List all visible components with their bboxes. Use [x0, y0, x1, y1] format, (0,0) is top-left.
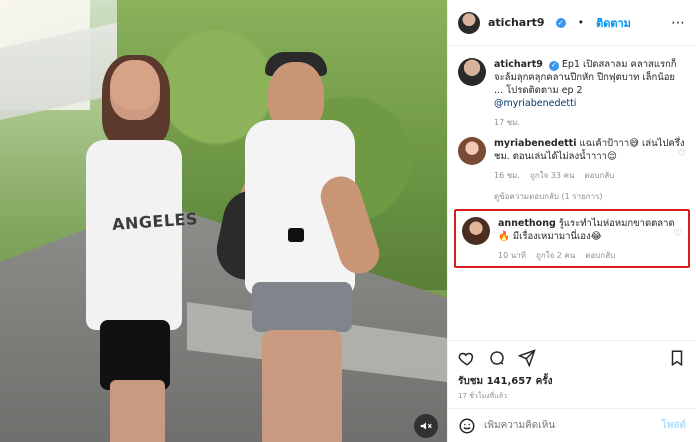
woman-tank-top: [86, 140, 182, 330]
woman-legs: [110, 380, 165, 442]
wrist-watch: [288, 228, 304, 242]
comment-likes[interactable]: ถูกใจ 2 คน: [536, 249, 575, 262]
comment-meta: 10 นาที ถูกใจ 2 คน ตอบกลับ: [498, 249, 682, 262]
speaker-muted-icon[interactable]: [414, 414, 438, 438]
caption-meta: 17 ชม.: [494, 116, 686, 129]
more-horizontal-icon[interactable]: ⋯: [671, 15, 686, 31]
caption-time: 17 ชม.: [494, 118, 520, 127]
commenter-avatar[interactable]: [458, 137, 486, 165]
author-avatar[interactable]: [458, 58, 486, 86]
post-header: atichart9 ✓ • ติดตาม ⋯: [448, 0, 696, 46]
views-count[interactable]: รับชม 141,657 ครั้ง: [448, 374, 696, 389]
paper-plane-icon-svg: [518, 348, 536, 367]
action-bar: [448, 340, 696, 374]
commenter-avatar[interactable]: [462, 217, 490, 245]
caption-mention-link[interactable]: @myriabenedetti: [494, 97, 686, 110]
author-avatar[interactable]: [458, 11, 480, 34]
comment-time: 10 นาที: [498, 251, 526, 260]
comment-time: 16 ชม.: [494, 171, 520, 180]
paper-plane-icon[interactable]: [518, 348, 536, 367]
heart-icon-svg: [458, 352, 474, 366]
bookmark-icon-svg: [671, 350, 683, 366]
instagram-post-view: ANGELES atichart9 ✓ • ติดตาม ⋯ atichart9…: [0, 0, 696, 442]
comment-icon[interactable]: [488, 349, 506, 367]
heart-icon[interactable]: [458, 349, 476, 367]
comment-meta: 16 ชม. ถูกใจ 33 คน ตอบกลับ: [494, 169, 686, 182]
separator-dot: •: [577, 16, 585, 29]
smile-icon-svg: [459, 418, 475, 433]
comments-area: atichart9 ✓ Ep1 เปิดสลาลม คลาสแรกก็จะล้ม…: [448, 46, 696, 340]
speaker-muted-icon-svg: [420, 422, 432, 430]
post-sidebar: atichart9 ✓ • ติดตาม ⋯ atichart9 ✓ Ep1 เ…: [447, 0, 696, 442]
highlight-box: annethong รู้แระทำไมห่อหมกขาดตลาด🔥 มีเรื…: [454, 209, 690, 268]
woman-face: [110, 60, 160, 120]
post-comment-button[interactable]: โพสต์: [661, 418, 686, 433]
comment-likes[interactable]: ถูกใจ 33 คน: [530, 169, 574, 182]
post-photo[interactable]: ANGELES: [0, 0, 447, 442]
verified-badge-icon: ✓: [548, 60, 559, 71]
comment-username[interactable]: myriabenedetti: [494, 138, 576, 149]
view-replies-link[interactable]: ดูข้อความตอบกลับ (1 รายการ): [494, 190, 686, 203]
heart-icon[interactable]: ♡: [678, 149, 686, 159]
comment-item: myriabenedetti แฉเค้าป้าาา😅 เล่นไปครึ่งช…: [458, 137, 686, 182]
comment-username[interactable]: annethong: [498, 218, 556, 229]
caption-body: atichart9 ✓ Ep1 เปิดสลาลม คลาสแรกก็จะล้ม…: [494, 58, 686, 129]
comment-input[interactable]: [484, 420, 654, 431]
verified-badge-icon: ✓: [555, 17, 566, 28]
comment-body: myriabenedetti แฉเค้าป้าาา😅 เล่นไปครึ่งช…: [494, 137, 686, 182]
reply-button[interactable]: ตอบกลับ: [585, 249, 615, 262]
reply-button[interactable]: ตอบกลับ: [584, 169, 614, 182]
post-time: 17 ชั่วโมงที่แล้ว: [458, 392, 507, 400]
bookmark-icon[interactable]: [668, 349, 686, 367]
comment-composer: โพสต์: [448, 408, 696, 442]
comment-item: annethong รู้แระทำไมห่อหมกขาดตลาด🔥 มีเรื…: [462, 217, 682, 262]
author-username[interactable]: atichart9: [488, 16, 545, 29]
follow-button[interactable]: ติดตาม: [596, 14, 631, 32]
comment-body: annethong รู้แระทำไมห่อหมกขาดตลาด🔥 มีเรื…: [498, 217, 682, 262]
smile-icon[interactable]: [458, 417, 476, 435]
heart-icon[interactable]: ♡: [674, 229, 682, 239]
comment-icon-svg: [490, 350, 504, 365]
man-shorts: [252, 282, 352, 332]
man-legs: [262, 330, 342, 442]
post-caption: atichart9 ✓ Ep1 เปิดสลาลม คลาสแรกก็จะล้ม…: [458, 58, 686, 129]
caption-username[interactable]: atichart9: [494, 59, 543, 70]
